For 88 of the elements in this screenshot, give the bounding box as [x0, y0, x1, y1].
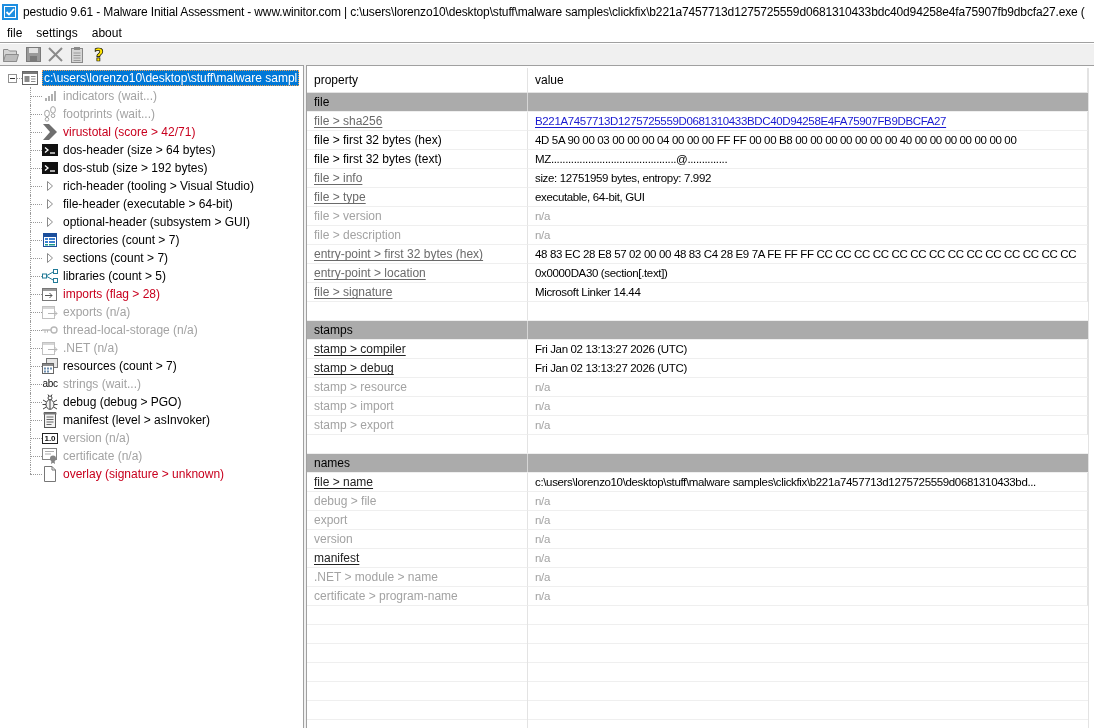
- tree-item[interactable]: imports (flag > 28): [61, 286, 163, 302]
- property-cell-text: stamp > import: [314, 398, 394, 415]
- value-cell-text: n/a: [535, 589, 550, 604]
- tree-item[interactable]: overlay (signature > unknown): [61, 466, 227, 482]
- value-cell-text: Fri Jan 02 13:13:27 2026 (UTC): [535, 361, 687, 376]
- tree-item[interactable]: c:\users\lorenzo10\desktop\stuff\malware sampl: [42, 70, 300, 86]
- property-cell-text: file > first 32 bytes (hex): [314, 132, 442, 149]
- property-cell-text: file > first 32 bytes (text): [314, 151, 442, 168]
- triangle-icon: [47, 253, 53, 263]
- property-link[interactable]: entry-point > first 32 bytes (hex): [314, 245, 484, 263]
- value-cell-text: n/a: [535, 209, 550, 224]
- property-cell-text: version: [314, 531, 353, 548]
- page-icon: [44, 466, 56, 482]
- tree-item[interactable]: sections (count > 7): [61, 250, 171, 266]
- folder-icon: [3, 47, 19, 62]
- property-link[interactable]: file > sha256: [314, 112, 383, 130]
- property-cell-text: certificate > program-name: [314, 588, 458, 605]
- value-cell-text: executable, 64-bit, GUI: [535, 190, 645, 205]
- tree-item[interactable]: file-header (executable > 64-bit): [61, 196, 235, 212]
- property-cell-text: file > version: [314, 208, 382, 225]
- bug-icon: [42, 394, 58, 410]
- window-icon: [22, 71, 38, 85]
- stacked-windows-icon: [42, 358, 58, 374]
- property-link[interactable]: file > type: [314, 188, 366, 206]
- minus-box-icon[interactable]: [8, 73, 17, 83]
- tree-item[interactable]: dos-header (size > 64 bytes): [61, 142, 218, 158]
- certificate-icon: [42, 448, 58, 464]
- property-link[interactable]: file > signature: [314, 283, 393, 301]
- property-link[interactable]: stamp > compiler: [314, 340, 406, 358]
- footprints-icon: [44, 106, 56, 122]
- window-title: pestudio 9.61 - Malware Initial Assessment - www.winitor.com | c:\users\lorenzo10\desktop\stuff\malware samples\clickfix\b221a7457713d1275725559d0681310433bdc40d94258e4fa75907fb9dbcfa27.exe (: [23, 5, 1085, 19]
- value-cell-text: n/a: [535, 399, 550, 414]
- property-link[interactable]: entry-point > location: [314, 264, 426, 282]
- tree-item[interactable]: debug (debug > PGO): [61, 394, 184, 410]
- property-cell-text: export: [314, 512, 348, 529]
- value-link[interactable]: B221A7457713D1275725559D0681310433BDC40D94258E4FA75907FB9DBCFA27: [535, 112, 947, 130]
- value-cell-text: Fri Jan 02 13:13:27 2026 (UTC): [535, 342, 687, 357]
- value-cell-text: size: 12751959 bytes, entropy: 7.992: [535, 171, 711, 186]
- console-icon: [42, 162, 58, 174]
- property-cell-text: .NET > module > name: [314, 569, 438, 586]
- tree-item[interactable]: manifest (level > asInvoker): [61, 412, 213, 428]
- console-icon: [42, 144, 58, 156]
- section-header: file: [307, 93, 1088, 112]
- section-header: stamps: [307, 321, 1088, 340]
- property-link[interactable]: file > name: [314, 473, 374, 491]
- chevron-icon: [43, 124, 57, 140]
- menu-item[interactable]: about: [84, 24, 129, 42]
- nodes-icon: [42, 269, 58, 283]
- value-cell-text: 4D 5A 90 00 03 00 00 00 04 00 00 00 FF FF 00 00 B8 00 00 00 00 00 00 00 40 00 00 00 00 00 00 00: [535, 133, 1017, 148]
- number-box-icon: 1.0: [42, 432, 58, 444]
- key-icon: [42, 326, 58, 334]
- property-cell-text: stamp > export: [314, 417, 394, 434]
- value-cell-text: n/a: [535, 380, 550, 395]
- value-cell-text: n/a: [535, 494, 550, 509]
- tree-item[interactable]: rich-header (tooling > Visual Studio): [61, 178, 256, 194]
- value-cell-text: n/a: [535, 418, 550, 433]
- section-header: names: [307, 454, 1088, 473]
- tree-item[interactable]: resources (count > 7): [61, 358, 179, 374]
- document-icon: [43, 412, 57, 428]
- cross-icon: [47, 47, 63, 62]
- value-cell-text: n/a: [535, 513, 550, 528]
- value-cell-text: Microsoft Linker 14.44: [535, 285, 641, 300]
- property-cell-text: debug > file: [314, 493, 377, 510]
- property-cell-text: stamp > resource: [314, 379, 408, 396]
- value-cell-text: 0x0000DA30 (section[.text]): [535, 266, 668, 281]
- question-mark-icon: ?: [94, 45, 104, 64]
- abc-icon: abc: [42, 379, 58, 389]
- property-link[interactable]: file > info: [314, 169, 363, 187]
- property-cell-text: file > description: [314, 227, 402, 244]
- menu-item[interactable]: file: [0, 24, 30, 42]
- bar-chart-icon: [44, 91, 56, 101]
- value-cell-text: MZ............................................@..............: [535, 152, 728, 167]
- table-grid-icon: [43, 233, 57, 247]
- notepad-icon: [71, 46, 83, 63]
- value-cell-text: n/a: [535, 532, 550, 547]
- tree-item[interactable]: optional-header (subsystem > GUI): [61, 214, 253, 230]
- value-cell-text: c:\users\lorenzo10\desktop\stuff\malware samples\clickfix\b221a7457713d1275725559d0681310433bd...: [535, 475, 1036, 490]
- menu-item[interactable]: settings: [29, 24, 85, 42]
- tree-item[interactable]: virustotal (score > 42/71): [61, 124, 198, 140]
- tree-item[interactable]: directories (count > 7): [61, 232, 182, 248]
- property-link[interactable]: stamp > debug: [314, 359, 394, 377]
- value-cell-text: 48 83 EC 28 E8 57 02 00 00 48 83 C4 28 E9 7A FE FF FF CC CC CC CC CC CC CC CC CC CC CC CC CC CC: [535, 247, 1077, 262]
- property-link[interactable]: manifest: [314, 549, 360, 567]
- tree-item[interactable]: dos-stub (size > 192 bytes): [61, 160, 210, 176]
- tree-item[interactable]: libraries (count > 5): [61, 268, 169, 284]
- value-cell-text: n/a: [535, 570, 550, 585]
- value-cell-text: n/a: [535, 228, 550, 243]
- value-cell-text: n/a: [535, 551, 550, 566]
